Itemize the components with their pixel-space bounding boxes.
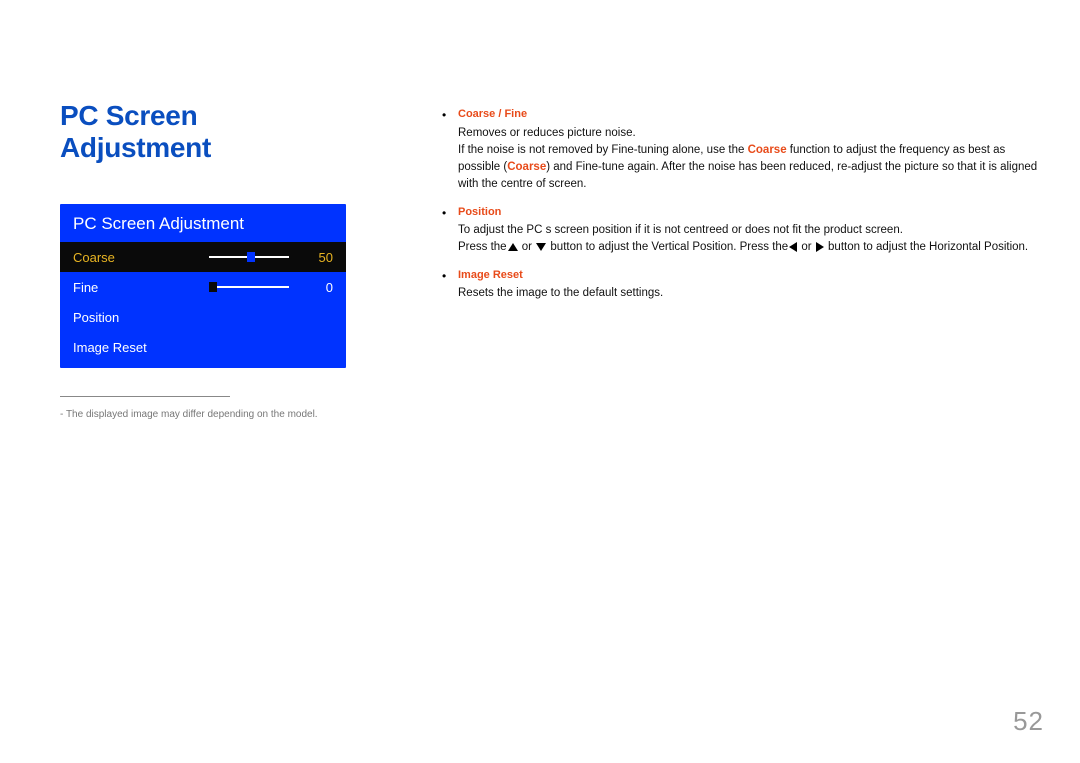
text-highlight: Coarse	[507, 161, 546, 173]
desc-title: Coarse / Fine	[458, 106, 1050, 123]
text: If the noise is not removed by Fine-tuni…	[458, 144, 748, 156]
osd-panel: PC Screen Adjustment Coarse 50 Fine	[60, 204, 346, 368]
page-number: 52	[1013, 706, 1044, 737]
osd-row-image-reset[interactable]: Image Reset	[60, 332, 346, 362]
text: button to adjust the Vertical Position. …	[547, 241, 788, 253]
page-title: PC Screen Adjustment	[60, 100, 350, 164]
text: To adjust the PC s screen position if it…	[458, 224, 903, 236]
text: or	[798, 241, 815, 253]
osd-row-coarse[interactable]: Coarse 50	[60, 242, 346, 272]
footnote-text: The displayed image may differ depending…	[66, 409, 318, 420]
text: button to adjust the Horizontal Position…	[825, 241, 1028, 253]
description-list: Coarse / Fine Removes or reduces picture…	[440, 106, 1050, 302]
desc-body: Resets the image to the default settings…	[458, 285, 1050, 302]
osd-row-fine[interactable]: Fine 0	[60, 272, 346, 302]
text-highlight: Coarse	[748, 144, 787, 156]
osd-coarse-label: Coarse	[73, 250, 209, 265]
desc-coarse-fine: Coarse / Fine Removes or reduces picture…	[440, 106, 1050, 194]
slider-icon	[209, 253, 289, 261]
text: or	[519, 241, 536, 253]
osd-body: Coarse 50 Fine 0 Position	[60, 242, 346, 368]
text: Removes or reduces picture noise.	[458, 127, 636, 139]
osd-image-reset-label: Image Reset	[73, 340, 333, 355]
osd-title: PC Screen Adjustment	[60, 204, 346, 242]
osd-fine-label: Fine	[73, 280, 209, 295]
desc-position: Position To adjust the PC s screen posit…	[440, 204, 1050, 257]
arrow-down-icon	[536, 243, 546, 251]
text: Press the	[458, 241, 507, 253]
footnote-rule	[60, 396, 230, 397]
osd-fine-value: 0	[309, 280, 333, 295]
arrow-left-icon	[789, 242, 797, 252]
desc-title: Image Reset	[458, 267, 1050, 284]
desc-title: Position	[458, 204, 1050, 221]
slider-icon	[209, 283, 289, 291]
osd-position-label: Position	[73, 310, 333, 325]
arrow-right-icon	[816, 242, 824, 252]
desc-body: To adjust the PC s screen position if it…	[458, 222, 1050, 257]
desc-image-reset: Image Reset Resets the image to the defa…	[440, 267, 1050, 303]
footnote: - The displayed image may differ dependi…	[60, 409, 350, 420]
desc-body: Removes or reduces picture noise. If the…	[458, 125, 1050, 194]
osd-row-position[interactable]: Position	[60, 302, 346, 332]
osd-coarse-value: 50	[309, 250, 333, 265]
arrow-up-icon	[508, 243, 518, 251]
